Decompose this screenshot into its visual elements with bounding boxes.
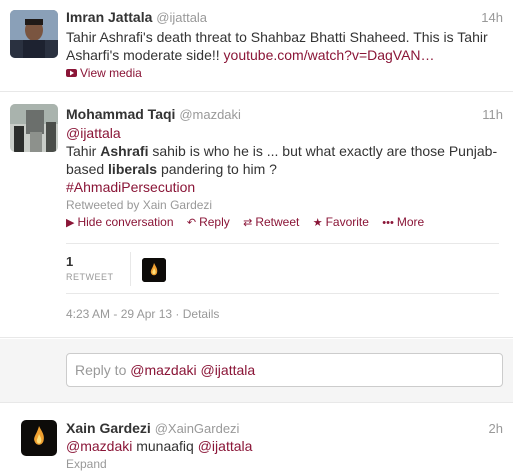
tweet-text: Tahir Ashrafi's death threat to Shahbaz … xyxy=(66,28,506,64)
conversation-icon: ▶ xyxy=(66,217,75,229)
tweet-timestamp[interactable]: 4:23 AM - 29 Apr 13 xyxy=(66,307,172,321)
author-handle[interactable]: @mazdaki xyxy=(179,107,241,122)
tweet-time[interactable]: 14h xyxy=(481,10,503,25)
youtube-link[interactable]: youtube.com/watch?v=DagVAN… xyxy=(224,47,435,63)
avatar[interactable] xyxy=(21,420,57,456)
favorite-button[interactable]: ★ Favorite xyxy=(313,215,369,229)
tweet-text-part: based xyxy=(66,161,109,177)
mention-link[interactable]: @ijattala xyxy=(198,438,253,454)
hashtag-link[interactable]: #AhmadiPersecution xyxy=(66,179,195,195)
star-icon: ★ xyxy=(312,217,323,229)
tweet-text: @ijattala Tahir Ashrafi sahib is who he … xyxy=(66,124,506,196)
mention-link[interactable]: @ijattala xyxy=(66,125,121,141)
tweet-actions: ▶ Hide conversation ↶ Reply ⇄ Retweet ★ Favo… xyxy=(66,215,434,229)
hide-conversation-button[interactable]: ▶ Hide conversation xyxy=(66,215,174,229)
retweet-button[interactable]: ⇄ Retweet xyxy=(243,215,299,229)
reply-placeholder: Reply to xyxy=(75,362,131,378)
tweet-time[interactable]: 11h xyxy=(482,107,503,122)
avatar[interactable] xyxy=(10,10,58,58)
retweet-count[interactable]: 1 xyxy=(66,254,73,269)
tweet-stats: 1 RETWEET xyxy=(66,243,499,294)
expand-link[interactable]: Expand xyxy=(66,457,107,471)
author-handle[interactable]: @XainGardezi xyxy=(155,421,240,436)
tweet-mohammad-taqi[interactable]: Mohammad Taqi @mazdaki 11h @ijattala Tah… xyxy=(0,92,513,338)
tweet-time[interactable]: 2h xyxy=(489,421,503,436)
reply-section: Reply to @mazdaki @ijattala xyxy=(0,339,513,403)
tweet-xain-gardezi[interactable]: Xain Gardezi @XainGardezi 2h @mazdaki mu… xyxy=(0,404,513,474)
reply-label: Reply xyxy=(199,215,230,229)
tweet-text-part: sahib is who he is ... but what exactly … xyxy=(148,143,498,159)
more-button[interactable]: ••• More xyxy=(382,215,424,229)
retweet-label: Retweet xyxy=(255,215,300,229)
retweeted-by[interactable]: Retweeted by Xain Gardezi xyxy=(66,198,212,212)
favorite-label: Favorite xyxy=(325,215,369,229)
more-label: More xyxy=(396,215,425,229)
tweet-text-part: pandering to him ? xyxy=(157,161,277,177)
more-icon: ••• xyxy=(382,217,394,229)
view-media-label[interactable]: View media xyxy=(80,66,142,80)
tweet-text-line: Asharfi's moderate side!! xyxy=(66,47,224,63)
author-name[interactable]: Mohammad Taqi xyxy=(66,106,175,122)
view-media-link[interactable]: View media xyxy=(66,66,142,80)
stats-divider xyxy=(130,252,131,286)
tweet-text-bold: liberals xyxy=(108,161,158,177)
retweeter-avatar[interactable] xyxy=(142,258,166,282)
retweet-count-label: RETWEET xyxy=(66,272,114,282)
reply-button[interactable]: ↶ Reply xyxy=(187,215,230,229)
avatar[interactable] xyxy=(10,104,58,152)
author-name[interactable]: Imran Jattala xyxy=(66,9,152,25)
tweet-text-part: Tahir xyxy=(66,143,101,159)
tweet-text-line: Tahir Ashrafi's death threat to Shahbaz … xyxy=(66,29,488,45)
author-name[interactable]: Xain Gardezi xyxy=(66,420,151,436)
reply-icon: ↶ xyxy=(186,217,197,229)
mention-link[interactable]: @mazdaki xyxy=(66,438,132,454)
details-link[interactable]: Details xyxy=(183,307,220,321)
tweet-text-part: munaafiq xyxy=(132,438,198,454)
retweet-icon: ⇄ xyxy=(243,217,253,229)
tweet-text: @mazdaki munaafiq @ijattala xyxy=(66,437,506,455)
hide-conversation-label: Hide conversation xyxy=(77,215,174,229)
author-handle[interactable]: @ijattala xyxy=(156,10,207,25)
tweet-imran-jattala[interactable]: Imran Jattala @ijattala 14h Tahir Ashraf… xyxy=(0,0,513,92)
reply-input[interactable]: Reply to @mazdaki @ijattala xyxy=(66,353,503,387)
video-icon xyxy=(66,69,77,77)
tweet-text-bold: Ashrafi xyxy=(100,143,149,159)
reply-mention: @mazdaki xyxy=(130,362,197,378)
reply-mention: @ijattala xyxy=(200,362,256,378)
tweet-timestamp-row: 4:23 AM - 29 Apr 13 · Details xyxy=(66,307,220,321)
